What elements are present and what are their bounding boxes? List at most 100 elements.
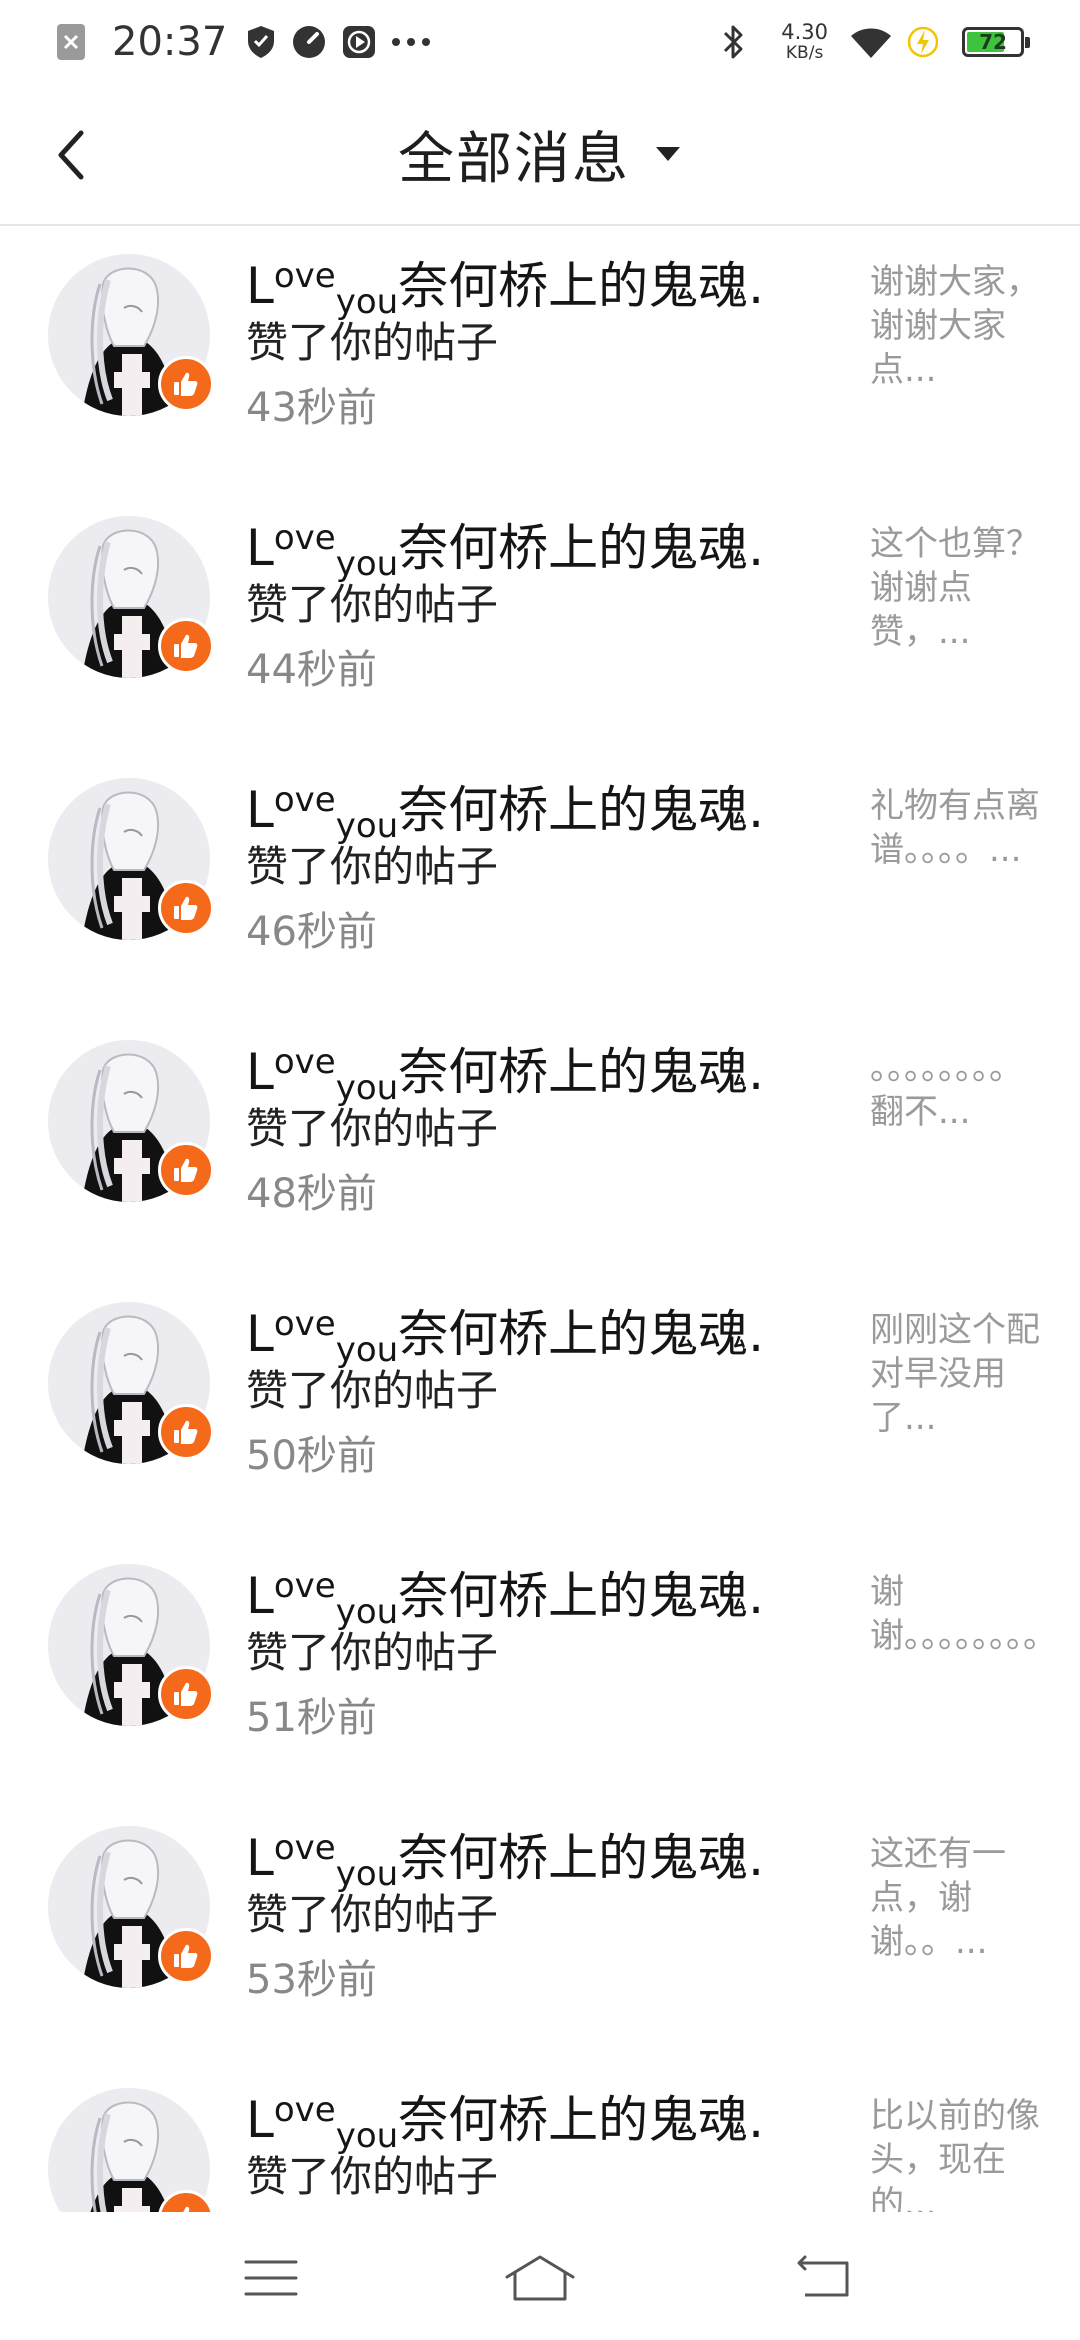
network-speed: 4.30 KB/s (781, 22, 828, 62)
thumbs-up-icon (174, 896, 198, 920)
like-badge (158, 1404, 214, 1460)
message-action: 赞了你的帖子 (246, 318, 499, 367)
user-name-ove: ove (273, 1828, 336, 1868)
avatar-container[interactable] (48, 2088, 214, 2212)
user-name-rest: 奈何桥上的鬼魂. (398, 1829, 765, 1887)
avatar-container[interactable] (48, 516, 214, 678)
avatar-container[interactable] (48, 1564, 214, 1726)
post-preview[interactable]: 礼物有点离谱。。。。... (870, 784, 1042, 914)
header: 全部消息 (0, 84, 1080, 226)
message-info: Loveyou奈何桥上的鬼魂. 赞了你的帖子 51秒前 (246, 1550, 806, 1748)
avatar-container[interactable] (48, 778, 214, 940)
thumbs-up-icon (174, 1420, 198, 1444)
avatar-container[interactable] (48, 1302, 214, 1464)
message-action: 赞了你的帖子 (246, 2152, 499, 2201)
title-dropdown[interactable]: 全部消息 (0, 84, 1080, 224)
message-item[interactable]: Loveyou奈何桥上的鬼魂. 赞了你的帖子 48秒前 。。。。。。。。翻不..… (0, 1012, 1080, 1274)
user-name[interactable]: Loveyou奈何桥上的鬼魂. (246, 1550, 806, 1632)
message-action: 赞了你的帖子 (246, 1628, 499, 1677)
user-name-rest: 奈何桥上的鬼魂. (398, 519, 765, 577)
avatar-container[interactable] (48, 1040, 214, 1202)
user-name-rest: 奈何桥上的鬼魂. (398, 1305, 765, 1363)
message-time: 46秒前 (246, 909, 377, 955)
message-time: 44秒前 (246, 647, 377, 693)
post-preview[interactable]: 。。。。。。。。翻不... (870, 1046, 1042, 1176)
menu-lines-icon (244, 2260, 298, 2296)
user-name-ove: ove (273, 1304, 336, 1344)
back-nav-button[interactable] (770, 2246, 880, 2310)
status-bar: 20:37 4.30 KB/s 72 (0, 0, 1080, 84)
message-item[interactable]: Loveyou奈何桥上的鬼魂. 赞了你的帖子 53秒前 这还有一点，谢谢。。..… (0, 1798, 1080, 2060)
thumbs-up-icon (174, 1158, 198, 1182)
user-name-ove: ove (273, 1566, 336, 1606)
message-action: 赞了你的帖子 (246, 1104, 499, 1153)
user-name-ove: ove (273, 2090, 336, 2130)
home-button[interactable] (485, 2246, 595, 2310)
message-item[interactable]: Loveyou奈何桥上的鬼魂. 赞了你的帖子 比以前的像头，现在的... (0, 2060, 1080, 2212)
shield-icon (245, 24, 277, 60)
user-name-rest: 奈何桥上的鬼魂. (398, 1567, 765, 1625)
status-bar-left: 20:37 (56, 12, 445, 72)
user-name[interactable]: Loveyou奈何桥上的鬼魂. (246, 764, 806, 846)
menu-button[interactable] (216, 2246, 326, 2310)
message-time: 50秒前 (246, 1433, 377, 1479)
user-name-l: L (246, 519, 274, 577)
user-name-ove: ove (273, 518, 336, 558)
wifi-icon (848, 24, 894, 60)
message-action: 赞了你的帖子 (246, 842, 499, 891)
back-nav-icon (797, 2255, 849, 2297)
user-name-l: L (246, 1567, 274, 1625)
post-preview[interactable]: 这个也算？谢谢点赞，... (870, 522, 1042, 652)
user-name[interactable]: Loveyou奈何桥上的鬼魂. (246, 502, 806, 584)
post-preview[interactable]: 这还有一点，谢谢。。... (870, 1832, 1042, 1962)
user-name-l: L (246, 1305, 274, 1363)
post-preview[interactable]: 谢谢。。。。。。。。... (870, 1570, 1042, 1700)
message-item[interactable]: Loveyou奈何桥上的鬼魂. 赞了你的帖子 51秒前 谢谢。。。。。。。。..… (0, 1536, 1080, 1798)
user-name[interactable]: Loveyou奈何桥上的鬼魂. (246, 1812, 806, 1894)
navigation-bar (0, 2212, 1080, 2340)
like-badge (158, 1928, 214, 1984)
message-list[interactable]: Loveyou奈何桥上的鬼魂. 赞了你的帖子 43秒前 谢谢大家，谢谢大家点..… (0, 226, 1080, 2212)
message-item[interactable]: Loveyou奈何桥上的鬼魂. 赞了你的帖子 43秒前 谢谢大家，谢谢大家点..… (0, 226, 1080, 488)
user-name-l: L (246, 1829, 274, 1887)
user-name[interactable]: Loveyou奈何桥上的鬼魂. (246, 1288, 806, 1370)
thumbs-up-icon (183, 2206, 190, 2212)
play-icon (341, 24, 377, 60)
message-time: 43秒前 (246, 385, 377, 431)
thumbs-up-icon (174, 1944, 198, 1968)
avatar-container[interactable] (48, 1826, 214, 1988)
user-name-l: L (246, 781, 274, 839)
network-speed-value: 4.30 (781, 20, 828, 44)
avatar-container[interactable] (48, 254, 214, 416)
more-dots-icon (391, 37, 431, 47)
message-action: 赞了你的帖子 (246, 1366, 499, 1415)
page-title: 全部消息 (398, 126, 630, 192)
post-preview[interactable]: 比以前的像头，现在的... (870, 2094, 1042, 2212)
message-action: 赞了你的帖子 (246, 580, 499, 629)
network-speed-unit: KB/s (785, 43, 824, 63)
user-name-rest: 奈何桥上的鬼魂. (398, 2091, 765, 2149)
user-name-ove: ove (273, 256, 336, 296)
message-item[interactable]: Loveyou奈何桥上的鬼魂. 赞了你的帖子 46秒前 礼物有点离谱。。。。..… (0, 750, 1080, 1012)
user-name-rest: 奈何桥上的鬼魂. (398, 257, 765, 315)
battery-icon: 72 (962, 27, 1030, 57)
speedometer-icon (291, 24, 327, 60)
battery-level: 72 (979, 30, 1007, 54)
bluetooth-icon (721, 22, 747, 62)
user-name[interactable]: Loveyou奈何桥上的鬼魂. (246, 2074, 806, 2156)
post-preview[interactable]: 刚刚这个配对早没用了... (870, 1308, 1042, 1438)
user-name-l: L (246, 1043, 274, 1101)
like-badge (158, 618, 214, 674)
user-name[interactable]: Loveyou奈何桥上的鬼魂. (246, 240, 806, 322)
like-badge (158, 1666, 214, 1722)
message-time: 51秒前 (246, 1695, 377, 1741)
message-action: 赞了你的帖子 (246, 1890, 499, 1939)
charging-bolt-icon (908, 24, 938, 60)
message-item[interactable]: Loveyou奈何桥上的鬼魂. 赞了你的帖子 50秒前 刚刚这个配对早没用了..… (0, 1274, 1080, 1536)
user-name-l: L (246, 2091, 274, 2149)
user-name-rest: 奈何桥上的鬼魂. (398, 1043, 765, 1101)
post-preview[interactable]: 谢谢大家，谢谢大家点... (870, 260, 1042, 390)
message-item[interactable]: Loveyou奈何桥上的鬼魂. 赞了你的帖子 44秒前 这个也算？谢谢点赞，..… (0, 488, 1080, 750)
user-name[interactable]: Loveyou奈何桥上的鬼魂. (246, 1026, 806, 1108)
like-badge (158, 1142, 214, 1198)
